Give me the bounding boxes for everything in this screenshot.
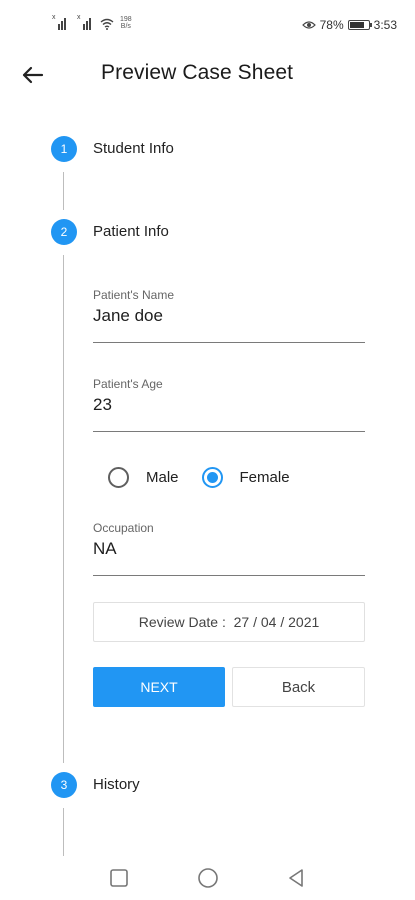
step-1-indicator: 1 <box>51 136 77 162</box>
step-connector-3 <box>63 808 64 856</box>
screen: x x 198 B/s 78% 3:53 Preview Case Sheet … <box>0 0 415 900</box>
patient-age-field[interactable]: Patient's Age 23 <box>93 377 365 433</box>
home-button[interactable] <box>196 866 220 890</box>
patient-age-label: Patient's Age <box>93 377 163 391</box>
step-connector-2 <box>63 255 64 763</box>
occupation-underline <box>93 575 365 576</box>
back-button[interactable] <box>18 60 48 90</box>
network-speed-unit: B/s <box>120 23 131 30</box>
patient-name-field[interactable]: Patient's Name Jane doe <box>93 288 365 344</box>
arrow-left-icon <box>22 66 44 84</box>
patient-age-value: 23 <box>93 395 112 414</box>
status-left: x x 198 B/s <box>52 14 132 30</box>
step-3-indicator: 3 <box>51 772 77 798</box>
status-right: 78% 3:53 <box>301 18 397 32</box>
next-button[interactable]: NEXT <box>93 667 225 707</box>
male-label: Male <box>146 469 179 486</box>
occupation-value: NA <box>93 539 117 558</box>
step-3-number: 3 <box>60 778 68 792</box>
circle-home-icon <box>198 868 218 888</box>
gender-radio-group: Male Female <box>108 467 290 488</box>
step-connector-1 <box>63 172 64 210</box>
step-2-label[interactable]: Patient Info <box>93 223 169 240</box>
step-2-indicator: 2 <box>51 219 77 245</box>
step-1-label[interactable]: Student Info <box>93 140 174 157</box>
female-radio[interactable] <box>201 467 223 488</box>
status-bar: x x 198 B/s 78% 3:53 <box>0 0 415 46</box>
network-speed: 198 B/s <box>120 16 132 30</box>
back-step-button[interactable]: Back <box>232 667 365 707</box>
review-date-button[interactable]: Review Date : 27 / 04 / 2021 <box>93 602 365 642</box>
female-label: Female <box>239 469 290 486</box>
step-3-label[interactable]: History <box>93 776 140 793</box>
system-back-button[interactable] <box>284 866 308 890</box>
recents-button[interactable] <box>107 866 131 890</box>
square-icon <box>110 869 128 887</box>
battery-icon <box>347 20 372 30</box>
system-nav-bar <box>0 858 415 898</box>
wifi-icon <box>100 18 114 30</box>
gender-option-female[interactable]: Female <box>201 467 290 488</box>
triangle-back-icon <box>289 869 303 887</box>
page-title: Preview Case Sheet <box>101 61 294 84</box>
patient-name-value: Jane doe <box>93 306 163 325</box>
occupation-label: Occupation <box>93 521 154 535</box>
signal-1-icon: x <box>52 14 69 30</box>
male-radio[interactable] <box>108 467 129 488</box>
step-2-number: 2 <box>60 225 68 239</box>
clock: 3:53 <box>373 18 397 32</box>
occupation-field[interactable]: Occupation NA <box>93 521 365 577</box>
signal-2-icon: x <box>77 14 94 30</box>
patient-age-underline <box>93 431 365 432</box>
eye-icon <box>301 21 316 29</box>
step-1-number: 1 <box>60 142 68 156</box>
app-bar: Preview Case Sheet <box>0 52 415 98</box>
patient-name-label: Patient's Name <box>93 288 174 302</box>
patient-name-underline <box>93 342 365 343</box>
network-speed-value: 198 <box>120 16 132 23</box>
gender-option-male[interactable]: Male <box>108 467 179 488</box>
battery-percent: 78% <box>319 18 344 32</box>
